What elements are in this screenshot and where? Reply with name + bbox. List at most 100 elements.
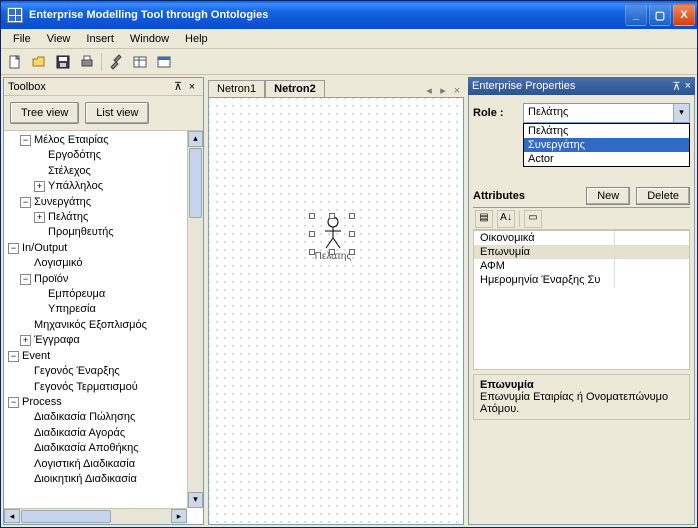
properties-icon[interactable] — [130, 52, 150, 72]
close-pane-icon[interactable]: × — [185, 81, 199, 93]
close-pane-icon[interactable]: × — [685, 80, 691, 92]
role-selected[interactable]: Πελάτης — [523, 103, 690, 123]
collapse-icon[interactable]: − — [20, 135, 31, 146]
tree-node[interactable]: Εργοδότης — [48, 149, 101, 161]
attributes-label: Attributes — [473, 190, 580, 202]
tab-prev-icon[interactable]: ◂ — [422, 84, 436, 97]
tree-node[interactable]: Event — [22, 350, 50, 362]
role-option[interactable]: Actor — [524, 152, 689, 166]
tab-next-icon[interactable]: ▸ — [436, 84, 450, 97]
new-button[interactable]: New — [586, 187, 630, 205]
menu-view[interactable]: View — [39, 31, 79, 47]
property-grid[interactable]: Οικονομικά Επωνυμία ΑΦΜ Ημερομηνία Έναρξ… — [473, 230, 690, 370]
tree-node[interactable]: Διοικητική Διαδικασία — [34, 473, 137, 485]
tree-node[interactable]: Συνεργάτης — [34, 196, 91, 208]
scroll-left-icon[interactable]: ◂ — [4, 509, 20, 523]
pin-icon[interactable]: ⊼ — [673, 80, 681, 93]
tree-node[interactable]: Διαδικασία Αποθήκης — [34, 442, 139, 454]
collapse-icon[interactable]: − — [20, 274, 31, 285]
tree-node[interactable]: Λογισμικό — [34, 257, 82, 269]
window-title: Enterprise Modelling Tool through Ontolo… — [29, 9, 623, 21]
app-icon — [7, 7, 23, 23]
minimize-button[interactable]: _ — [625, 4, 647, 26]
tree-view-button[interactable]: Tree view — [10, 102, 79, 124]
menu-file[interactable]: File — [5, 31, 39, 47]
design-canvas[interactable]: Πελάτης — [208, 97, 464, 525]
description-text: Επωνυμία Εταιρίας ή Ονοματεπώνυμο Ατόμου… — [480, 391, 683, 415]
tree-node[interactable]: Προμηθευτής — [48, 226, 114, 238]
collapse-icon[interactable]: − — [8, 351, 19, 362]
open-folder-icon[interactable] — [29, 52, 49, 72]
sort-az-icon[interactable]: A↓ — [497, 210, 515, 228]
scroll-thumb[interactable] — [189, 148, 202, 218]
role-option[interactable]: Συνεργάτης — [524, 138, 689, 152]
scroll-right-icon[interactable]: ▸ — [171, 509, 187, 523]
scroll-up-icon[interactable]: ▴ — [188, 131, 203, 147]
tree-node[interactable]: Εμπόρευμα — [48, 288, 105, 300]
tree-node[interactable]: Προϊόν — [34, 273, 68, 285]
tree-node[interactable]: Στέλεχος — [48, 165, 91, 177]
menu-help[interactable]: Help — [177, 31, 216, 47]
window-icon[interactable] — [154, 52, 174, 72]
grid-cell[interactable]: Επωνυμία — [474, 245, 614, 259]
chevron-down-icon[interactable]: ▾ — [673, 104, 689, 122]
maximize-button[interactable]: ▢ — [649, 4, 671, 26]
role-dropdown[interactable]: Πελάτης ▾ Πελάτης Συνεργάτης Actor — [523, 103, 690, 123]
collapse-icon[interactable]: − — [20, 197, 31, 208]
canvas-tabs: Netron1 Netron2 ◂ ▸ × — [208, 77, 464, 97]
print-icon[interactable] — [77, 52, 97, 72]
menubar: File View Insert Window Help — [1, 29, 697, 49]
titlebar: Enterprise Modelling Tool through Ontolo… — [1, 1, 697, 29]
tree-node[interactable]: Process — [22, 396, 62, 408]
tree-node[interactable]: Μέλος Εταιρίας — [34, 134, 109, 146]
actor-shape[interactable]: Πελάτης — [314, 216, 352, 262]
tree-node[interactable]: Διαδικασία Πώλησης — [34, 411, 135, 423]
expand-icon[interactable]: + — [34, 181, 45, 192]
role-dropdown-list: Πελάτης Συνεργάτης Actor — [523, 123, 690, 167]
horizontal-scrollbar[interactable]: ◂ ▸ — [4, 508, 187, 524]
tree-node[interactable]: Πελάτης — [48, 211, 88, 223]
tree-node[interactable]: Διαδικασία Αγοράς — [34, 427, 125, 439]
list-view-button[interactable]: List view — [85, 102, 149, 124]
role-option[interactable]: Πελάτης — [524, 124, 689, 138]
expand-icon[interactable]: + — [20, 335, 31, 346]
pin-icon[interactable]: ⊼ — [171, 80, 185, 93]
new-file-icon[interactable] — [5, 52, 25, 72]
delete-button[interactable]: Delete — [636, 187, 690, 205]
collapse-icon[interactable]: − — [8, 243, 19, 254]
toolbar — [1, 49, 697, 75]
tree-node[interactable]: Έγγραφα — [34, 334, 80, 346]
save-icon[interactable] — [53, 52, 73, 72]
tree-node[interactable]: Υπάλληλος — [48, 180, 103, 192]
tree-node[interactable]: Γεγονός Έναρξης — [34, 365, 120, 377]
menu-window[interactable]: Window — [122, 31, 177, 47]
categorized-icon[interactable]: ▤ — [475, 210, 493, 228]
scroll-thumb[interactable] — [21, 510, 111, 523]
tree-node[interactable]: Μηχανικός Εξοπλισμός — [34, 319, 147, 331]
grid-cell[interactable]: Οικονομικά — [474, 231, 614, 245]
description-box: Επωνυμία Επωνυμία Εταιρίας ή Ονοματεπώνυ… — [473, 374, 690, 420]
collapse-icon[interactable]: − — [8, 397, 19, 408]
tree-node[interactable]: Υπηρεσία — [48, 303, 96, 315]
tree-node[interactable]: In/Output — [22, 242, 67, 254]
toolbox-title: Toolbox — [8, 81, 171, 93]
grid-cell[interactable]: ΑΦΜ — [474, 259, 614, 273]
close-button[interactable]: X — [673, 4, 695, 26]
menu-insert[interactable]: Insert — [78, 31, 122, 47]
properties-title: Enterprise Properties — [472, 80, 673, 92]
tree-node[interactable]: Γεγονός Τερματισμού — [34, 381, 138, 393]
tab-netron1[interactable]: Netron1 — [208, 80, 265, 97]
tree-node[interactable]: Λογιστική Διαδικασία — [34, 458, 135, 470]
vertical-scrollbar[interactable]: ▴ ▾ — [187, 131, 203, 508]
grid-cell[interactable]: Ημερομηνία Έναρξης Συ — [474, 273, 614, 287]
expand-icon[interactable]: + — [34, 212, 45, 223]
tab-close-icon[interactable]: × — [450, 85, 464, 97]
tree-view[interactable]: −Μέλος Εταιρίας Εργοδότης Στέλεχος +Υπάλ… — [4, 131, 187, 508]
scroll-down-icon[interactable]: ▾ — [188, 492, 203, 508]
property-pages-icon[interactable]: ▭ — [524, 210, 542, 228]
tools-icon[interactable] — [106, 52, 126, 72]
tab-netron2[interactable]: Netron2 — [265, 80, 325, 98]
description-title: Επωνυμία — [480, 379, 683, 391]
toolbox-panel: Toolbox ⊼ × Tree view List view −Μέλος Ε… — [3, 77, 204, 525]
role-label: Role : — [473, 107, 523, 119]
